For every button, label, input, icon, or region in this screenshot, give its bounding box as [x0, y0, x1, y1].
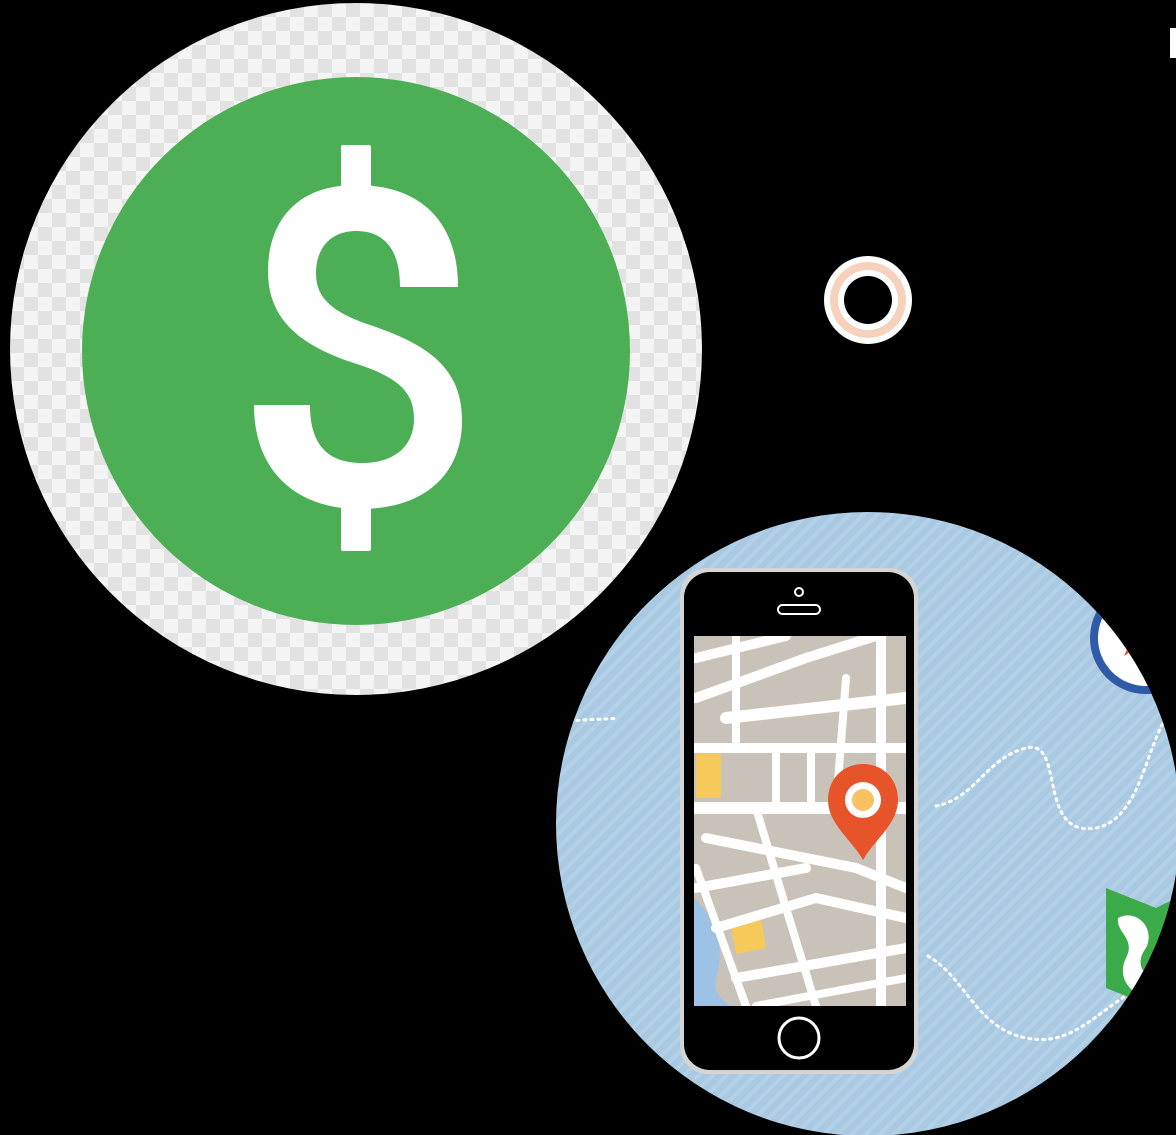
small-ring-icon [820, 252, 916, 348]
smartphone-icon [680, 568, 918, 1074]
compass-icon [1090, 582, 1176, 694]
illustration-canvas [0, 0, 1176, 1135]
edge-mark [1170, 28, 1176, 58]
phone-map-badge [556, 508, 1176, 1135]
folded-map-icon [1106, 888, 1176, 1008]
